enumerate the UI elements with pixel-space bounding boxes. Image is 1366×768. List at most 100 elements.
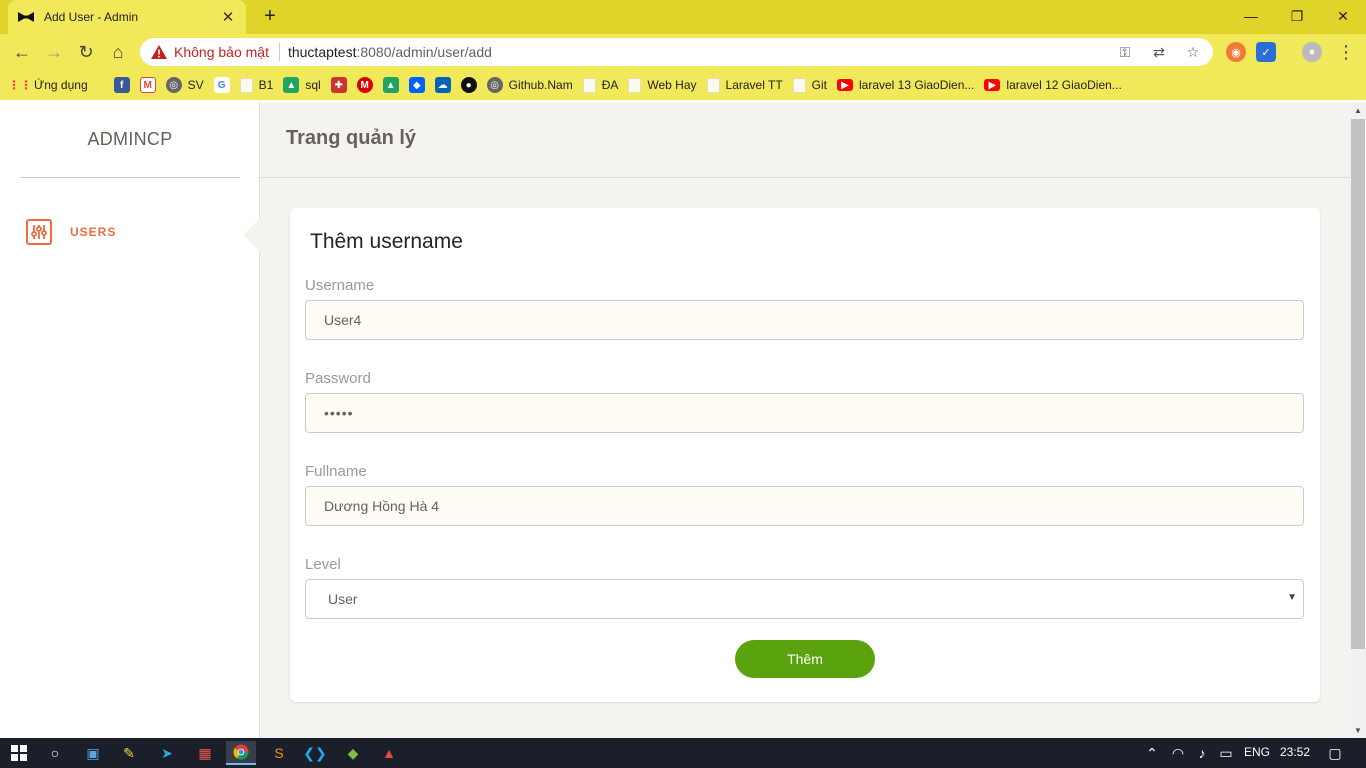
sublime-text-icon[interactable]: S bbox=[264, 741, 294, 765]
vscode-icon[interactable]: ❮❯ bbox=[300, 741, 330, 765]
page-title[interactable]: Trang quản lý bbox=[286, 127, 416, 150]
url-host: thuctaptest bbox=[287, 44, 357, 60]
translate-icon[interactable]: ⇄ bbox=[1149, 42, 1169, 62]
folder-icon bbox=[706, 77, 720, 93]
bookmark-laravel-12[interactable]: ▶ laravel 12 GiaoDien... bbox=[984, 78, 1122, 92]
scroll-thumb[interactable] bbox=[1351, 119, 1365, 649]
star-icon[interactable]: ☆ bbox=[1183, 42, 1203, 62]
menu-icon[interactable]: ⋮ bbox=[1334, 40, 1358, 64]
browser-tabbar: Add User - Admin ✕ + — ❐ ✕ bbox=[0, 0, 1366, 34]
level-selected-value: User bbox=[328, 591, 358, 607]
shield-crest-icon[interactable]: ✚ bbox=[330, 77, 347, 93]
wifi-icon[interactable]: ◠ bbox=[1166, 741, 1190, 765]
new-tab-button[interactable]: + bbox=[258, 5, 282, 29]
shield-icon[interactable]: ✓ bbox=[1256, 42, 1276, 62]
scroll-down-icon[interactable]: ▼ bbox=[1354, 726, 1362, 735]
computer-icon[interactable]: ▣ bbox=[78, 741, 108, 765]
folder-icon bbox=[628, 77, 642, 93]
page-content: ADMINCP USERS Trang quản lý Thêm usernam… bbox=[0, 103, 1350, 738]
home-button[interactable]: ⌂ bbox=[106, 40, 130, 64]
app-icon[interactable]: ▦ bbox=[190, 741, 220, 765]
fullname-label: Fullname bbox=[305, 463, 367, 480]
fullname-input[interactable] bbox=[305, 486, 1304, 526]
app-icon-2[interactable]: ◆ bbox=[338, 741, 368, 765]
warning-icon bbox=[150, 44, 168, 60]
youtube-icon: ▶ bbox=[837, 79, 853, 91]
browser-toolbar: ← → ↻ ⌂ Không bảo mật thuctaptest:8080/a… bbox=[0, 34, 1366, 70]
not-secure-label[interactable]: Không bảo mật bbox=[174, 44, 269, 60]
url-path: :8080/admin/user/add bbox=[356, 44, 492, 60]
bookmark-da[interactable]: ĐA bbox=[582, 77, 618, 93]
language-indicator[interactable]: ENG bbox=[1244, 745, 1270, 759]
apps-grid-icon: ⋮⋮ bbox=[8, 78, 32, 92]
scroll-up-icon[interactable]: ▲ bbox=[1354, 106, 1362, 115]
google-icon[interactable]: G bbox=[213, 77, 230, 93]
bookmark-sv[interactable]: ◎ SV bbox=[165, 77, 204, 93]
page-header: Trang quản lý bbox=[260, 103, 1350, 178]
address-bar[interactable]: Không bảo mật thuctaptest:8080/admin/use… bbox=[140, 38, 1213, 66]
bookmark-b1[interactable]: B1 bbox=[239, 77, 273, 93]
restore-button[interactable]: ❐ bbox=[1274, 0, 1320, 32]
active-item-indicator bbox=[243, 218, 260, 252]
bookmark-laravel-13[interactable]: ▶ laravel 13 GiaoDien... bbox=[837, 78, 974, 92]
close-window-button[interactable]: ✕ bbox=[1320, 0, 1366, 32]
tab-close-icon[interactable]: ✕ bbox=[220, 8, 236, 26]
chrome-icon[interactable] bbox=[226, 741, 256, 765]
sidebar: ADMINCP USERS bbox=[0, 103, 260, 738]
youtube-icon: ▶ bbox=[984, 79, 1001, 91]
volume-icon[interactable]: ♪ bbox=[1190, 741, 1214, 765]
github-icon[interactable]: ● bbox=[460, 77, 477, 93]
bow-tie-icon bbox=[18, 12, 34, 22]
app-icon-3[interactable]: ▲ bbox=[374, 741, 404, 765]
brand-logo[interactable]: ADMINCP bbox=[20, 103, 240, 178]
folder-icon bbox=[582, 77, 596, 93]
globe-icon: ◎ bbox=[165, 77, 182, 93]
bookmark-git[interactable]: Git bbox=[792, 77, 827, 93]
level-label: Level bbox=[305, 556, 341, 573]
key-icon[interactable]: ⚿ bbox=[1115, 42, 1135, 62]
notes-icon[interactable]: ✎ bbox=[114, 741, 144, 765]
back-button[interactable]: ← bbox=[10, 40, 34, 64]
profile-icon[interactable]: ● bbox=[1302, 42, 1322, 62]
clock[interactable]: 23:52 bbox=[1280, 745, 1310, 759]
bookmark-laravel-tt[interactable]: Laravel TT bbox=[706, 77, 783, 93]
sidebar-item-users[interactable]: USERS bbox=[26, 219, 116, 245]
onedrive-icon[interactable]: ☁ bbox=[434, 77, 451, 93]
omnibox-divider bbox=[278, 43, 280, 61]
sliders-icon bbox=[26, 219, 52, 245]
password-input[interactable] bbox=[305, 393, 1304, 433]
dropbox-icon[interactable]: ◆ bbox=[408, 77, 425, 93]
notification-area-icon[interactable]: ▭ bbox=[1214, 741, 1238, 765]
drive-icon: ▲ bbox=[283, 77, 300, 93]
browser-tab[interactable]: Add User - Admin ✕ bbox=[8, 0, 246, 34]
bookmark-sql[interactable]: ▲ sql bbox=[283, 77, 321, 93]
add-user-form-card: Thêm username Username Password Fullname… bbox=[290, 208, 1320, 702]
telegram-icon[interactable]: ➤ bbox=[152, 741, 182, 765]
add-user-button[interactable]: Thêm bbox=[735, 640, 875, 678]
username-input[interactable] bbox=[305, 300, 1304, 340]
gmail-icon[interactable]: M bbox=[139, 77, 156, 93]
minimize-button[interactable]: — bbox=[1228, 0, 1274, 32]
chevron-up-icon[interactable]: ⌃ bbox=[1140, 741, 1164, 765]
globe-icon: ◎ bbox=[486, 77, 503, 93]
bookmark-web-hay[interactable]: Web Hay bbox=[628, 77, 697, 93]
tab-title: Add User - Admin bbox=[44, 10, 139, 24]
bookmark-apps[interactable]: ⋮⋮ Ứng dụng bbox=[8, 77, 88, 93]
mega-icon[interactable]: M bbox=[356, 77, 373, 93]
forward-button[interactable]: → bbox=[42, 40, 66, 64]
bookmarks-bar: ⋮⋮ Ứng dụng f M ◎ SV G B1 ▲ sql ✚ M ▲ ◆ … bbox=[0, 70, 1366, 100]
folder-icon bbox=[239, 77, 253, 93]
facebook-icon[interactable]: f bbox=[113, 77, 130, 93]
action-center-icon[interactable]: ▢ bbox=[1320, 741, 1350, 765]
page-scrollbar[interactable]: ▲ ▼ bbox=[1350, 103, 1366, 738]
windows-taskbar: ○ ▣ ✎ ➤ ▦ S ❮❯ ◆ ▲ ⌃ ◠ ♪ ▭ ENG 23:52 ▢ bbox=[0, 738, 1366, 768]
windows-start-icon[interactable] bbox=[4, 741, 34, 765]
level-select[interactable]: User ▼ bbox=[305, 579, 1304, 619]
reload-button[interactable]: ↻ bbox=[74, 40, 98, 64]
extension-icon[interactable]: ◉ bbox=[1226, 42, 1246, 62]
drive-icon-2[interactable]: ▲ bbox=[382, 77, 399, 93]
dropdown-arrow-icon: ▼ bbox=[1287, 592, 1297, 603]
bookmark-github-nam[interactable]: ◎ Github.Nam bbox=[486, 77, 573, 93]
sidebar-item-label: USERS bbox=[70, 225, 117, 239]
cortana-search-icon[interactable]: ○ bbox=[40, 741, 70, 765]
